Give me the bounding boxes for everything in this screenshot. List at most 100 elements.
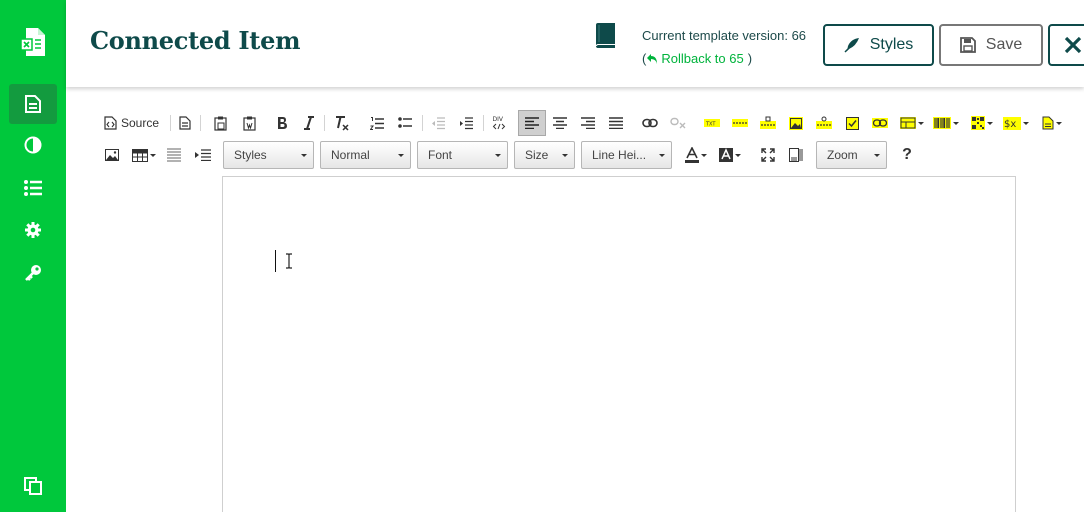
dropdown-caret-icon — [301, 154, 307, 157]
insert-table-field-menu[interactable] — [898, 111, 926, 135]
styles-button-label: Styles — [869, 36, 914, 53]
list-icon — [24, 180, 42, 196]
justify-button[interactable] — [606, 111, 626, 135]
source-button[interactable]: Source — [104, 111, 164, 135]
size-dropdown-label: Size — [525, 148, 549, 162]
sidebar-item-key[interactable] — [9, 253, 57, 293]
save-button[interactable]: Save — [939, 24, 1043, 66]
numbered-list-button[interactable] — [367, 111, 387, 135]
toolbar-separator — [324, 115, 325, 131]
dropdown-caret-icon — [495, 154, 501, 157]
background-color-menu[interactable] — [716, 143, 744, 167]
template-doc-icon — [1042, 116, 1054, 130]
styles-button[interactable]: Styles — [823, 24, 934, 66]
size-dropdown[interactable]: Size — [514, 141, 575, 169]
bold-icon — [278, 117, 287, 129]
paste-button[interactable] — [210, 111, 230, 135]
insert-checkbox-field-button[interactable] — [842, 111, 862, 135]
div-container-icon: DIV — [493, 116, 506, 130]
link-icon — [642, 118, 658, 128]
new-page-button[interactable] — [176, 111, 194, 135]
dropdown-caret-icon — [562, 154, 568, 157]
table-field-icon — [900, 117, 916, 129]
table-icon — [132, 148, 148, 162]
insert-template-menu[interactable] — [1038, 111, 1066, 135]
text-color-icon — [685, 147, 699, 163]
dropdown-caret-icon — [735, 153, 741, 157]
align-right-icon — [581, 117, 595, 129]
dropdown-caret-icon — [701, 153, 707, 157]
paste-from-word-button[interactable] — [239, 111, 259, 135]
indent-block-button[interactable] — [192, 143, 214, 167]
dropdown-caret-icon — [953, 121, 959, 125]
insert-date-field-button[interactable] — [758, 111, 778, 135]
italic-icon — [304, 116, 314, 130]
sidebar-item-document[interactable] — [9, 84, 57, 124]
italic-button[interactable] — [301, 111, 317, 135]
align-left-button[interactable] — [518, 110, 546, 136]
insert-variable-menu[interactable]: $x — [1002, 111, 1030, 135]
unlink-button[interactable] — [668, 111, 688, 135]
toolbar-separator — [170, 115, 171, 131]
barcode-icon — [933, 117, 951, 129]
outdent-icon — [432, 116, 445, 129]
table-menu[interactable] — [130, 143, 158, 167]
dropdown-caret-icon — [874, 154, 880, 157]
align-center-button[interactable] — [550, 111, 570, 135]
format-dropdown[interactable]: Normal — [320, 141, 411, 169]
insert-image-field-button[interactable] — [786, 111, 806, 135]
text-color-menu[interactable] — [682, 143, 710, 167]
dropdown-caret-icon — [398, 154, 404, 157]
insert-dashed-field-button[interactable] — [730, 111, 750, 135]
bold-button[interactable] — [272, 111, 292, 135]
sidebar-item-settings[interactable] — [9, 210, 57, 250]
insert-text-field-button[interactable]: TXT — [702, 111, 722, 135]
indent-button[interactable] — [456, 111, 476, 135]
styles-dropdown-label: Styles — [234, 148, 267, 162]
font-dropdown[interactable]: Font — [417, 141, 508, 169]
bullet-list-button[interactable] — [395, 111, 415, 135]
maximize-icon — [761, 148, 775, 162]
insert-qr-code-menu[interactable] — [968, 111, 996, 135]
rollback-link[interactable]: Rollback to 65 — [646, 51, 744, 66]
source-icon — [104, 116, 117, 130]
editor-content-area[interactable] — [222, 176, 1016, 512]
sidebar-item-contrast[interactable] — [9, 125, 57, 165]
remove-format-button[interactable] — [332, 111, 352, 135]
div-container-button[interactable]: DIV — [488, 111, 510, 135]
toolbar-separator — [422, 115, 423, 131]
app-logo-icon[interactable] — [0, 24, 66, 60]
zoom-dropdown[interactable]: Zoom — [816, 141, 887, 169]
insert-link-field-button[interactable] — [870, 111, 890, 135]
horizontal-line-button[interactable] — [164, 143, 184, 167]
link-button[interactable] — [640, 111, 660, 135]
help-button[interactable]: ? — [897, 143, 917, 167]
dropdown-caret-icon — [918, 121, 924, 125]
styles-dropdown[interactable]: Styles — [223, 141, 314, 169]
signature-field-icon — [816, 116, 832, 129]
source-button-label: Source — [121, 116, 160, 130]
align-right-button[interactable] — [578, 111, 598, 135]
undo-arrow-icon — [647, 53, 658, 64]
date-field-icon — [760, 116, 776, 129]
show-blocks-button[interactable] — [786, 143, 806, 167]
line-height-dropdown[interactable]: Line Hei... — [581, 141, 672, 169]
outdent-button[interactable] — [428, 111, 448, 135]
horizontal-line-icon — [167, 148, 181, 162]
align-center-icon — [553, 117, 567, 129]
maximize-button[interactable] — [758, 143, 778, 167]
insert-barcode-menu[interactable] — [932, 111, 960, 135]
book-icon[interactable] — [594, 23, 616, 48]
sidebar-item-list[interactable] — [9, 168, 57, 208]
page-title: Connected Item — [90, 26, 301, 55]
paste-icon — [213, 116, 227, 131]
image-button[interactable] — [102, 143, 122, 167]
align-left-icon — [525, 117, 539, 129]
new-page-icon — [179, 116, 191, 130]
sidebar-item-copy[interactable] — [9, 466, 57, 506]
font-dropdown-label: Font — [428, 148, 453, 162]
feather-icon — [844, 38, 859, 53]
zoom-dropdown-label: Zoom — [827, 148, 858, 162]
insert-signature-field-button[interactable] — [814, 111, 834, 135]
close-button[interactable] — [1048, 24, 1084, 66]
